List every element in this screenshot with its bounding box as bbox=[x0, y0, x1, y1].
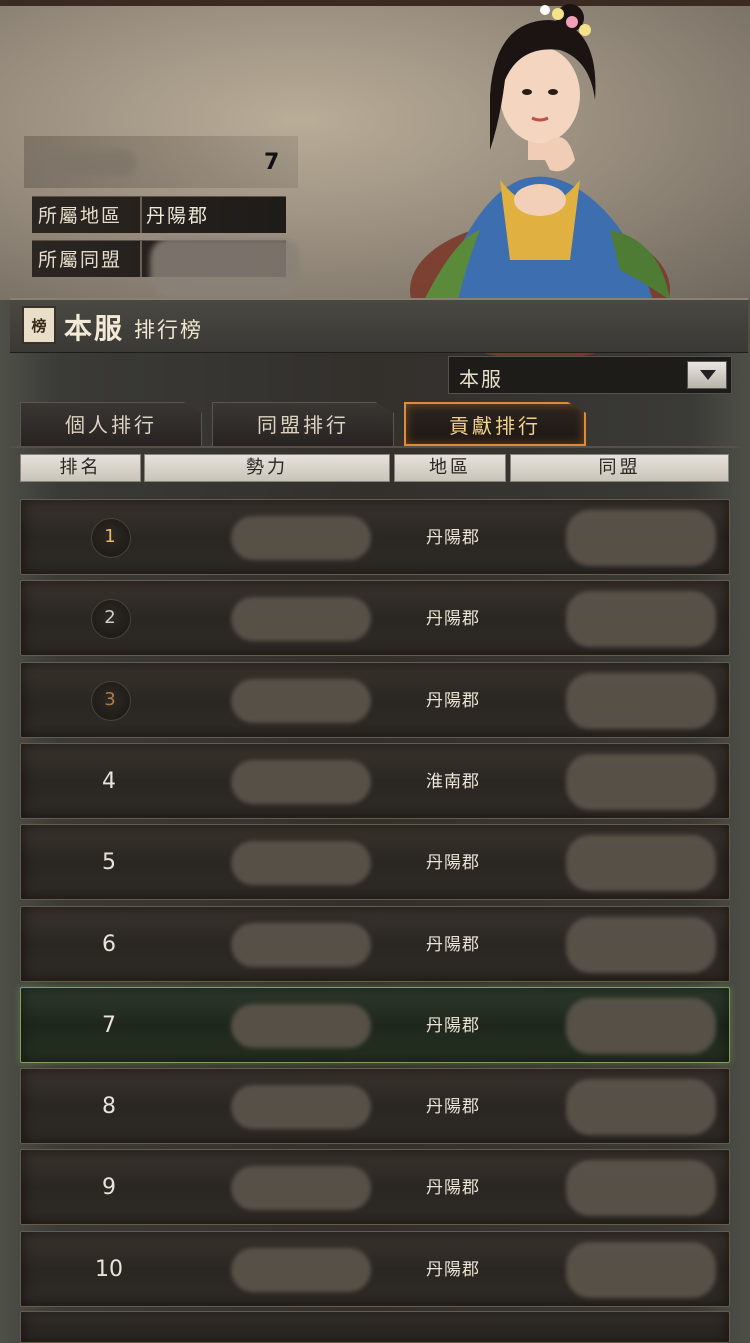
alliance-name-mask bbox=[566, 1160, 716, 1216]
ranking-row[interactable]: 4 淮南郡 bbox=[20, 743, 730, 819]
player-name-row bbox=[24, 136, 298, 188]
alliance-name-mask bbox=[566, 673, 716, 729]
ranking-row[interactable]: 8 丹陽郡 bbox=[20, 1068, 730, 1144]
alliance-name-mask bbox=[566, 591, 716, 647]
region-cell: 丹陽郡 bbox=[426, 528, 480, 548]
column-region: 地區 bbox=[394, 454, 506, 482]
name-mask bbox=[46, 150, 136, 176]
force-name-mask bbox=[231, 679, 371, 723]
force-name-mask bbox=[231, 760, 371, 804]
force-name-mask bbox=[231, 1085, 371, 1129]
alliance-name-mask bbox=[566, 835, 716, 891]
alliance-mask bbox=[150, 238, 300, 298]
ranking-subtitle: 排行榜 bbox=[134, 318, 203, 342]
region-cell: 丹陽郡 bbox=[426, 609, 480, 629]
region-cell: 丹陽郡 bbox=[426, 691, 480, 711]
region-cell: 丹陽郡 bbox=[426, 1260, 480, 1280]
ranking-row[interactable]: 1 丹陽郡 bbox=[20, 499, 730, 575]
force-name-mask bbox=[231, 1248, 371, 1292]
alliance-name-mask bbox=[566, 754, 716, 810]
column-force: 勢力 bbox=[144, 454, 390, 482]
ranking-row[interactable]: 2 丹陽郡 bbox=[20, 580, 730, 656]
force-name-mask bbox=[231, 597, 371, 641]
region-value: 丹陽郡 bbox=[146, 205, 210, 227]
rank-number: 9 bbox=[102, 1175, 116, 1200]
server-dropdown-value: 本服 bbox=[459, 367, 503, 391]
rank-number: 4 bbox=[102, 769, 116, 794]
alliance-name-mask bbox=[566, 917, 716, 973]
ranking-row-partial[interactable] bbox=[20, 1311, 730, 1343]
force-name-mask bbox=[231, 1004, 371, 1048]
alliance-name-mask bbox=[566, 1079, 716, 1135]
ranking-badge-icon: 榜 bbox=[22, 306, 56, 344]
column-alliance: 同盟 bbox=[510, 454, 729, 482]
divider bbox=[140, 197, 142, 233]
alliance-name-mask bbox=[566, 998, 716, 1054]
rank-number: 2 bbox=[104, 607, 116, 628]
rank-number: 6 bbox=[102, 932, 116, 957]
column-rank: 排名 bbox=[20, 454, 141, 482]
region-cell: 丹陽郡 bbox=[426, 935, 480, 955]
force-name-mask bbox=[231, 923, 371, 967]
region-label: 所屬地區 bbox=[38, 205, 123, 227]
tab-personal-ranking[interactable]: 個人排行 bbox=[20, 402, 202, 446]
region-row: 所屬地區 丹陽郡 bbox=[32, 196, 286, 233]
rank-number: 5 bbox=[102, 850, 116, 875]
tab-divider bbox=[10, 446, 740, 448]
tab-contribution-ranking[interactable]: 貢獻排行 bbox=[404, 402, 586, 446]
force-name-mask bbox=[231, 1166, 371, 1210]
dropdown-arrow-button[interactable] bbox=[687, 361, 727, 389]
force-name-mask bbox=[231, 841, 371, 885]
rank-number: 10 bbox=[95, 1257, 123, 1282]
ranking-row[interactable]: 5 丹陽郡 bbox=[20, 824, 730, 900]
ranking-row[interactable]: 3 丹陽郡 bbox=[20, 662, 730, 738]
rank-number: 3 bbox=[104, 689, 116, 710]
server-dropdown[interactable]: 本服 bbox=[448, 356, 732, 394]
rank-number: 7 bbox=[102, 1013, 116, 1038]
triangle-down-icon bbox=[700, 370, 716, 380]
region-cell: 丹陽郡 bbox=[426, 1178, 480, 1198]
ranking-row[interactable]: 9 丹陽郡 bbox=[20, 1149, 730, 1225]
region-cell: 淮南郡 bbox=[426, 772, 480, 792]
player-level: 7 bbox=[264, 150, 280, 175]
force-name-mask bbox=[231, 516, 371, 560]
ranking-row[interactable]: 7 丹陽郡 bbox=[20, 987, 730, 1063]
region-cell: 丹陽郡 bbox=[426, 853, 480, 873]
region-cell: 丹陽郡 bbox=[426, 1016, 480, 1036]
alliance-label: 所屬同盟 bbox=[38, 249, 123, 271]
rank-number: 8 bbox=[102, 1094, 116, 1119]
divider bbox=[140, 241, 142, 277]
tab-alliance-ranking[interactable]: 同盟排行 bbox=[212, 402, 394, 446]
ranking-row[interactable]: 6 丹陽郡 bbox=[20, 906, 730, 982]
region-cell: 丹陽郡 bbox=[426, 1097, 480, 1117]
alliance-name-mask bbox=[566, 510, 716, 566]
alliance-name-mask bbox=[566, 1242, 716, 1298]
ranking-row[interactable]: 10 丹陽郡 bbox=[20, 1231, 730, 1307]
ranking-title: 本服 bbox=[64, 312, 125, 345]
rank-number: 1 bbox=[104, 526, 116, 547]
